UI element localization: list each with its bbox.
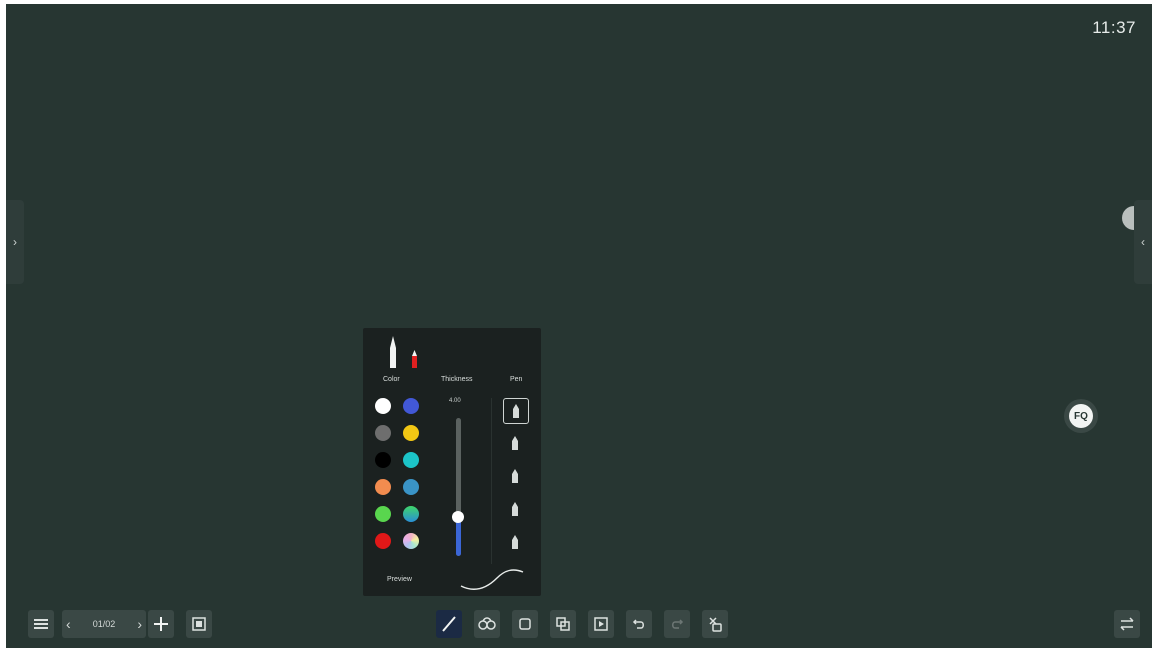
thickness-label: Thickness <box>441 376 473 383</box>
page-count: 01/02 <box>92 619 116 629</box>
left-side-tab[interactable]: › <box>6 200 24 284</box>
color-swatch-black[interactable] <box>375 452 391 468</box>
divider <box>491 398 492 564</box>
chevron-right-icon: › <box>13 235 17 249</box>
pen-option-4[interactable] <box>503 497 527 521</box>
pen-option-3[interactable] <box>503 464 527 488</box>
pen-label: Pen <box>510 376 523 383</box>
pen-tool-icon <box>442 616 456 632</box>
redo-button[interactable] <box>664 610 690 638</box>
thickness-slider-fill <box>456 517 461 556</box>
chevron-left-icon: ‹ <box>1141 235 1145 249</box>
page-thumbnails-button[interactable] <box>186 610 212 638</box>
pen-tip-icon <box>512 535 518 549</box>
pen-option-2[interactable] <box>503 431 527 455</box>
color-swatch-green[interactable] <box>375 506 391 522</box>
thickness-value: 4.00 <box>449 398 461 404</box>
menu-icon <box>34 619 48 629</box>
color-swatch-rainbow[interactable] <box>403 533 419 549</box>
color-swatch-gray[interactable] <box>375 425 391 441</box>
color-label: Color <box>383 376 400 383</box>
pen-tip-icon <box>513 404 519 418</box>
switch-button[interactable] <box>1114 610 1140 638</box>
pen-option-1[interactable] <box>503 398 529 424</box>
pen-tip-icon <box>512 502 518 516</box>
stroke-preview <box>460 569 524 590</box>
pen-settings-panel: Color Thickness Pen 4.00 Preview <box>363 328 541 596</box>
page-navigator: ‹ 01/02 › <box>62 610 146 638</box>
color-swatch-gradient-green-blue[interactable] <box>403 506 419 522</box>
color-swatch-cyan[interactable] <box>403 452 419 468</box>
select-icon <box>519 618 531 630</box>
pen-tip-icon <box>512 436 518 450</box>
clear-icon <box>709 617 722 632</box>
pen-preview-icon <box>390 336 417 368</box>
add-page-button[interactable] <box>148 610 174 638</box>
copy-icon <box>556 617 570 631</box>
undo-button[interactable] <box>626 610 652 638</box>
eraser-button[interactable] <box>474 610 500 638</box>
redo-icon <box>672 619 684 629</box>
insert-icon <box>594 617 608 631</box>
undo-icon <box>632 619 644 629</box>
thickness-slider[interactable] <box>456 418 461 556</box>
color-swatch-red[interactable] <box>375 533 391 549</box>
thickness-slider-thumb[interactable] <box>452 511 464 524</box>
color-swatch-orange[interactable] <box>375 479 391 495</box>
preview-label: Preview <box>387 576 412 583</box>
fq-button[interactable]: FQ <box>1064 399 1098 433</box>
color-swatch-blue[interactable] <box>403 398 419 414</box>
fq-icon: FQ <box>1069 404 1093 428</box>
clear-button[interactable] <box>702 610 728 638</box>
next-page-button[interactable]: › <box>137 616 142 632</box>
insert-button[interactable] <box>588 610 614 638</box>
select-button[interactable] <box>512 610 538 638</box>
pen-tip-icon <box>512 469 518 483</box>
eraser-icon <box>478 617 496 630</box>
color-swatch-steel-blue[interactable] <box>403 479 419 495</box>
whiteboard-canvas[interactable]: 11:37 › ‹ FQ Color Thickness Pen 4.00 Pr… <box>6 4 1152 648</box>
switch-icon <box>1120 617 1134 631</box>
pen-tool-button[interactable] <box>436 610 462 638</box>
clock: 11:37 <box>1092 18 1136 37</box>
page-thumbnails-icon <box>192 617 206 631</box>
right-side-tab[interactable]: ‹ <box>1134 200 1152 284</box>
color-swatch-yellow[interactable] <box>403 425 419 441</box>
add-page-icon <box>154 617 168 631</box>
copy-button[interactable] <box>550 610 576 638</box>
color-swatch-white[interactable] <box>375 398 391 414</box>
pen-option-5[interactable] <box>503 530 527 554</box>
prev-page-button[interactable]: ‹ <box>66 616 71 632</box>
menu-button[interactable] <box>28 610 54 638</box>
